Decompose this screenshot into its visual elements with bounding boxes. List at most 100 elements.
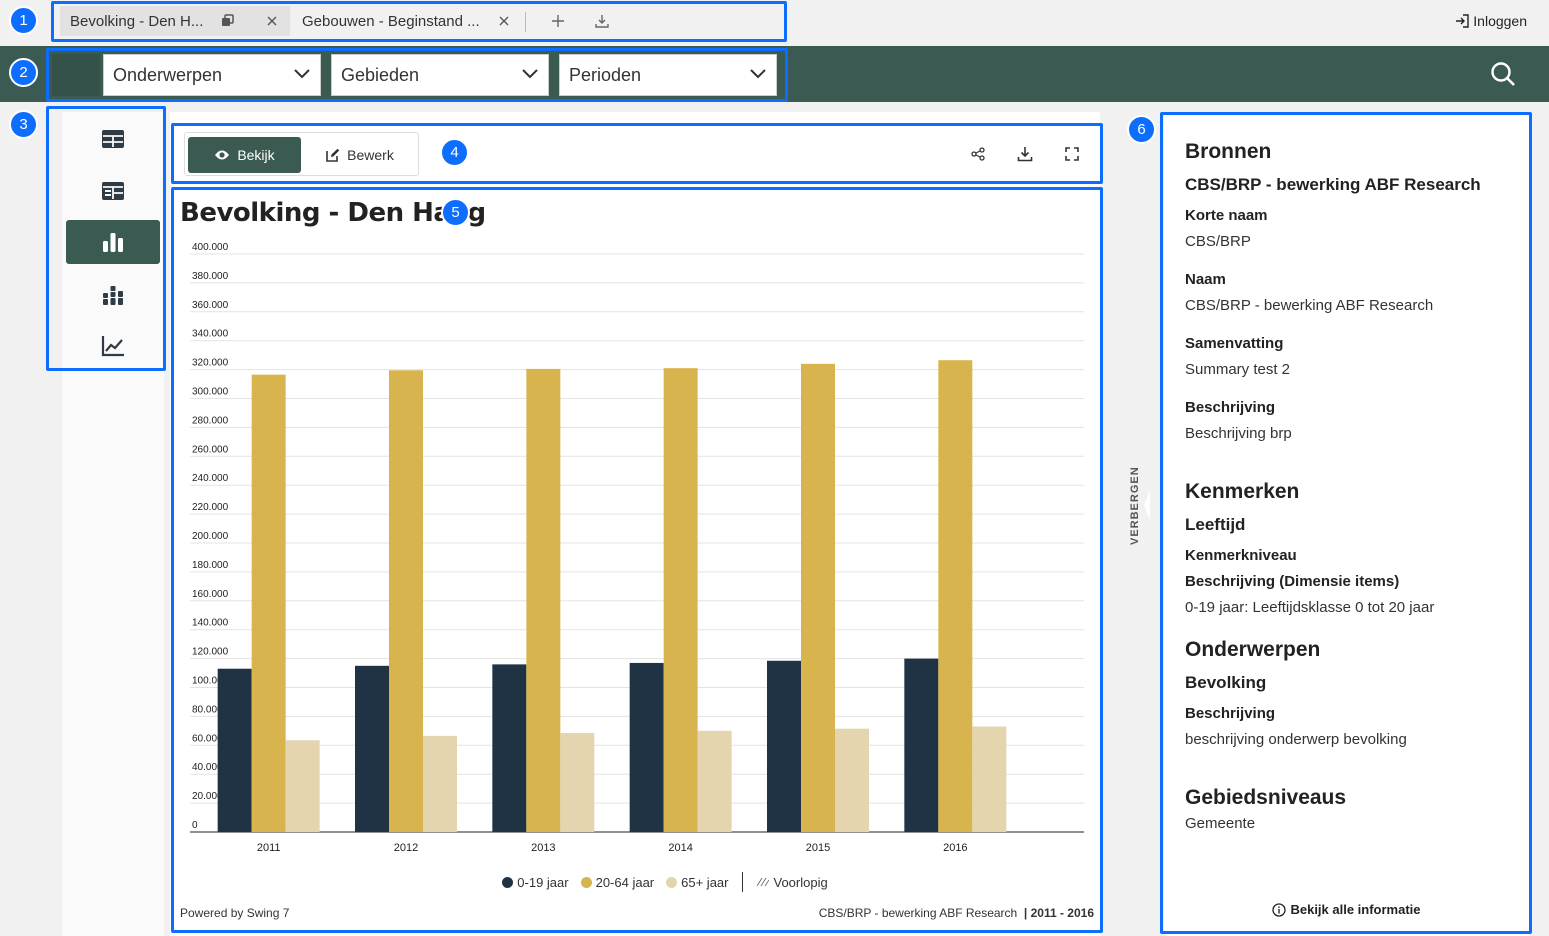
y-tick-label: 220.000 xyxy=(192,502,229,513)
legend-label: 0-19 jaar xyxy=(517,874,569,890)
dashboard-view-button[interactable] xyxy=(66,169,160,213)
plus-icon[interactable] xyxy=(550,13,566,29)
download-icon[interactable] xyxy=(1016,145,1034,163)
dropdown-onderwerpen[interactable]: Onderwerpen xyxy=(103,54,321,96)
annotation-badge-1: 1 xyxy=(9,6,38,35)
bar-65-jaar xyxy=(972,726,1007,832)
bar-0-19-jaar xyxy=(355,665,389,832)
kenmerkniveau-label: Kenmerkniveau xyxy=(1185,547,1297,564)
tab-gebouwen[interactable]: Gebouwen - Beginstand ... xyxy=(292,6,524,36)
bar-20-64-jaar xyxy=(938,360,973,832)
close-icon[interactable] xyxy=(264,13,280,29)
bar-65-jaar xyxy=(697,730,732,832)
onderwerp-description-label: Beschrijving xyxy=(1185,705,1276,722)
bar-0-19-jaar xyxy=(629,662,664,832)
chart-source: CBS/BRP - bewerking ABF Research | 2011 … xyxy=(819,906,1094,920)
share-icon[interactable] xyxy=(969,145,987,163)
info-panel: Bronnen CBS/BRP - bewerking ABF Research… xyxy=(1164,112,1529,936)
dropdown-perioden[interactable]: Perioden xyxy=(559,54,777,96)
tab-divider xyxy=(525,12,526,32)
source-label: CBS/BRP - bewerking ABF Research xyxy=(818,906,1018,920)
onderwerp-description-value: beschrijving onderwerp bevolking xyxy=(1185,731,1407,748)
y-tick-label: 200.000 xyxy=(192,531,229,542)
eye-icon xyxy=(215,150,230,160)
legend-item[interactable]: 65+ jaar xyxy=(666,875,728,890)
copy-icon[interactable] xyxy=(220,13,236,29)
layout-icon xyxy=(102,182,124,200)
tab-bar: Bevolking - Den H... Gebouwen - Beginsta… xyxy=(0,0,1549,44)
fullscreen-icon[interactable] xyxy=(1063,145,1081,163)
chart-title: Bevolking - Den Haag xyxy=(180,198,486,228)
y-tick-label: 280.000 xyxy=(192,415,229,426)
y-tick-label: 160.000 xyxy=(192,589,229,600)
chart-legend: 0-19 jaar 20-64 jaar 65+ jaar Voorlopig xyxy=(170,872,1100,892)
y-tick-label: 300.000 xyxy=(192,387,229,398)
annotation-badge-5: 5 xyxy=(441,198,470,227)
legend-item-preliminary: Voorlopig xyxy=(757,874,828,890)
tab-bevolking[interactable]: Bevolking - Den H... xyxy=(60,6,290,36)
login-button[interactable]: Inloggen xyxy=(1455,13,1527,29)
line-chart-view-button[interactable] xyxy=(66,324,160,368)
bar-chart: 400.000 380.000 360.000 340.000 320.000 300.0… xyxy=(190,242,1084,854)
y-tick-label: 240.000 xyxy=(192,473,229,484)
korte-naam-label: Korte naam xyxy=(1185,207,1268,224)
legend-label: 20-64 jaar xyxy=(595,874,655,890)
y-tick-label: 340.000 xyxy=(192,329,229,340)
download-icon[interactable] xyxy=(594,13,610,29)
legend-label: Voorlopig xyxy=(773,874,828,890)
login-label: Inloggen xyxy=(1473,13,1527,29)
chevron-down-icon xyxy=(294,69,310,79)
x-tick-label: 2013 xyxy=(531,842,555,854)
line-chart-icon xyxy=(101,336,124,357)
bar-20-64-jaar xyxy=(251,374,286,832)
home-button[interactable] xyxy=(52,54,100,96)
bar-20-64-jaar xyxy=(389,370,423,832)
table-icon xyxy=(102,130,124,148)
view-edit-toggle: Bekijk Bewerk xyxy=(184,132,419,176)
x-tick-label: 2014 xyxy=(668,842,692,854)
annotation-badge-4: 4 xyxy=(440,138,469,167)
onderwerp-name: Bevolking xyxy=(1185,673,1267,692)
legend-item[interactable]: 20-64 jaar xyxy=(580,874,655,890)
beschrijving-value: Beschrijving brp xyxy=(1185,425,1292,442)
chevron-down-icon xyxy=(750,69,766,79)
beschrijving-label: Beschrijving xyxy=(1185,399,1276,416)
table-view-button[interactable] xyxy=(66,117,160,161)
view-button[interactable]: Bekijk xyxy=(188,137,301,173)
login-icon xyxy=(1456,14,1469,28)
view-all-info-label: Bekijk alle informatie xyxy=(1290,902,1421,917)
edit-button[interactable]: Bewerk xyxy=(305,137,415,173)
bar-0-19-jaar xyxy=(217,668,252,832)
y-tick-label: 180.000 xyxy=(192,560,229,571)
search-icon[interactable] xyxy=(1490,61,1516,92)
bar-0-19-jaar xyxy=(767,660,801,832)
y-tick-label: 360.000 xyxy=(192,300,229,311)
dimension-description-value: 0-19 jaar: Leeftijdsklasse 0 tot 20 jaar xyxy=(1185,599,1435,616)
annotation-badge-2: 2 xyxy=(9,58,38,87)
bar-65-jaar xyxy=(560,733,595,832)
dropdown-gebieden[interactable]: Gebieden xyxy=(331,54,549,96)
kenmerk-name: Leeftijd xyxy=(1185,515,1246,534)
y-tick-label: 320.000 xyxy=(192,358,229,369)
dimension-description-label: Beschrijving (Dimensie items) xyxy=(1185,573,1400,590)
y-tick-label: 400.000 xyxy=(192,242,229,253)
chart-panel: Bekijk Bewerk Bevolking - Den Haag 400.0… xyxy=(170,112,1100,936)
bar-20-64-jaar xyxy=(526,368,561,832)
dropdown-label: Gebieden xyxy=(341,64,420,85)
main-nav: Onderwerpen Gebieden Perioden xyxy=(0,46,1549,102)
stacked-chart-view-button[interactable] xyxy=(66,273,160,317)
bar-chart-view-button[interactable] xyxy=(66,220,160,264)
samenvatting-value: Summary test 2 xyxy=(1185,361,1291,378)
close-icon[interactable] xyxy=(496,13,512,29)
bar-0-19-jaar xyxy=(492,664,527,832)
hatch-icon xyxy=(757,877,770,887)
hide-panel-label[interactable]: VERBERGEN xyxy=(1129,466,1149,546)
bar-20-64-jaar xyxy=(663,368,698,832)
legend-swatch xyxy=(502,876,514,888)
tab-label: Gebouwen - Beginstand ... xyxy=(302,12,480,30)
view-label: Bekijk xyxy=(237,147,275,163)
naam-label: Naam xyxy=(1185,271,1226,288)
y-tick-label: 260.000 xyxy=(192,444,229,455)
legend-item[interactable]: 0-19 jaar xyxy=(502,874,569,890)
view-all-info-link[interactable]: Bekijk alle informatie xyxy=(1164,902,1529,917)
